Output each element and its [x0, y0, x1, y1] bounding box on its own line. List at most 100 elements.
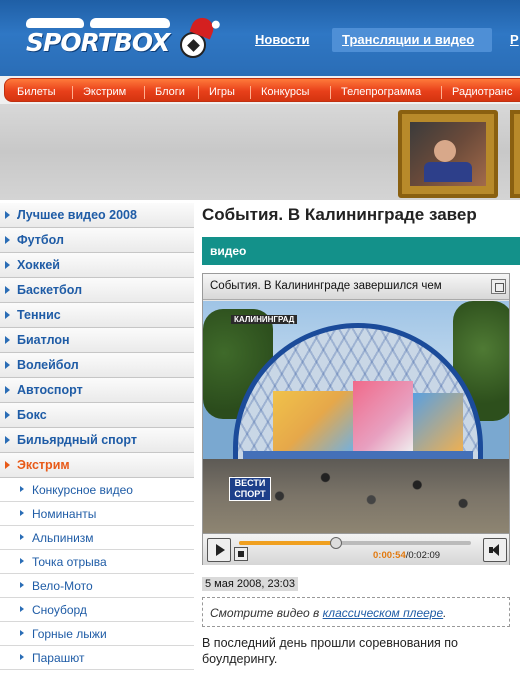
sidebar-subitem-alpine-skiing[interactable]: Горные лыжи [0, 622, 194, 646]
seek-progress [239, 541, 336, 545]
boxing-photo [410, 122, 486, 186]
sidebar-item-label: Волейбол [17, 358, 79, 372]
sidebar-item-football[interactable]: Футбол [0, 228, 194, 253]
sidebar-subitem-label: Вело-Мото [32, 579, 93, 593]
nav-separator [250, 86, 251, 99]
sidebar-item-hockey[interactable]: Хоккей [0, 253, 194, 278]
time-display: 0:00:54/0:02:09 [373, 550, 440, 561]
sidebar-item-motorsport[interactable]: Автоспорт [0, 378, 194, 403]
sidebar-subitem-nominees[interactable]: Номинанты [0, 502, 194, 526]
video-frame[interactable]: КАЛИНИНГРАД ВЕСТИ СПОРТ [203, 301, 509, 533]
seek-bar[interactable] [239, 537, 471, 549]
time-current: 0:00:54 [373, 550, 406, 561]
sidebar-item-best-video-2008[interactable]: Лучшее видео 2008 [0, 203, 194, 228]
sidebar: Лучшее видео 2008 Футбол Хоккей Баскетбо… [0, 203, 194, 680]
video-scene [413, 393, 463, 453]
sidebar-subitem-parachute[interactable]: Парашют [0, 646, 194, 670]
arrow-right-icon [5, 361, 10, 369]
sidebar-subitem-breakaway-point[interactable]: Точка отрыва [0, 550, 194, 574]
nav-games[interactable]: Игры [209, 86, 235, 98]
arrow-right-icon [20, 486, 24, 492]
fullscreen-icon[interactable] [491, 279, 506, 294]
snow-decoration [26, 18, 84, 28]
section-header: видео [202, 237, 520, 265]
channel-logo-line: СПОРТ [234, 489, 266, 499]
sidebar-item-biathlon[interactable]: Биатлон [0, 328, 194, 353]
page: SPORTBOX Новости Трансляции и видео Р Би… [0, 0, 520, 680]
play-icon[interactable] [207, 538, 231, 562]
sidebar-subitem-label: Альпинизм [32, 531, 94, 545]
arrow-right-icon [5, 261, 10, 269]
channel-logo: ВЕСТИ СПОРТ [229, 477, 271, 501]
sidebar-subitem-mountaineering[interactable]: Альпинизм [0, 526, 194, 550]
nav-separator [144, 86, 145, 99]
featured-photo-frame[interactable] [510, 110, 520, 198]
sidebar-item-extreme[interactable]: Экстрим [0, 453, 194, 478]
page-title: События. В Калининграде завер [202, 205, 477, 224]
arrow-right-icon [20, 630, 24, 636]
arrow-right-icon [5, 236, 10, 244]
sidebar-subitem-label: Точка отрыва [32, 555, 107, 569]
player-titlebar: События. В Калининграде завершился чем [203, 274, 509, 300]
nav-news[interactable]: Новости [255, 32, 310, 47]
secondary-nav-bar: Билеты Экстрим Блоги Игры Конкурсы Телеп… [4, 78, 520, 102]
video-scene [353, 381, 413, 453]
featured-photo-frame[interactable] [398, 110, 498, 198]
nav-blogs[interactable]: Блоги [155, 86, 185, 98]
arrow-right-icon [5, 436, 10, 444]
arrow-right-icon [20, 606, 24, 612]
classic-player-notice: Смотрите видео в классическом плеере. [202, 597, 510, 627]
video-overlay-banner: КАЛИНИНГРАД [231, 315, 298, 324]
arrow-right-icon [20, 558, 24, 564]
sidebar-item-label: Баскетбол [17, 283, 83, 297]
nav-broadcasts-video[interactable]: Трансляции и видео [342, 32, 474, 47]
nav-tv-program[interactable]: Телепрограмма [341, 86, 421, 98]
section-label: видео [210, 244, 247, 258]
classic-player-link[interactable]: классическом плеере [323, 606, 444, 620]
sidebar-subitem-contest-video[interactable]: Конкурсное видео [0, 478, 194, 502]
sportbox-logo[interactable]: SPORTBOX [20, 12, 217, 62]
channel-logo-line: ВЕСТИ [234, 478, 266, 488]
video-player[interactable]: События. В Калининграде завершился чем К… [202, 273, 510, 565]
sidebar-subitem-label: Горные лыжи [32, 627, 107, 641]
nav-tickets[interactable]: Билеты [17, 86, 55, 98]
arrow-right-icon [5, 411, 10, 419]
sidebar-item-label: Футбол [17, 233, 64, 247]
arrow-right-icon [5, 336, 10, 344]
logo-text: SPORTBOX [26, 28, 170, 57]
publish-date: 5 мая 2008, 23:03 [202, 577, 298, 591]
nav-contests[interactable]: Конкурсы [261, 86, 309, 98]
sidebar-subitem-snowboard[interactable]: Сноуборд [0, 598, 194, 622]
sidebar-item-label: Хоккей [17, 258, 60, 272]
sidebar-subitem-label: Парашют [32, 651, 85, 665]
arrow-right-icon [20, 534, 24, 540]
player-controls: 0:00:54/0:02:09 [203, 533, 509, 565]
sidebar-subitem-label: Сноуборд [32, 603, 87, 617]
sidebar-item-boxing[interactable]: Бокс [0, 403, 194, 428]
secondary-nav: Билеты Экстрим Блоги Игры Конкурсы Телеп… [0, 76, 520, 104]
sidebar-item-volleyball[interactable]: Волейбол [0, 353, 194, 378]
notice-prefix: Смотрите видео в [210, 606, 323, 620]
seek-handle[interactable] [329, 537, 342, 549]
sidebar-item-billiards[interactable]: Бильярдный спорт [0, 428, 194, 453]
nav-radio[interactable]: Радиотранс [452, 86, 512, 98]
notice-text: Смотрите видео в классическом плеере. [210, 606, 446, 620]
sidebar-subitem-bike-moto[interactable]: Вело-Мото [0, 574, 194, 598]
sidebar-item-tennis[interactable]: Теннис [0, 303, 194, 328]
arrow-right-icon [20, 582, 24, 588]
arrow-right-icon [5, 461, 10, 469]
nav-separator [198, 86, 199, 99]
nav-separator [72, 86, 73, 99]
sidebar-subitem-label: Конкурсное видео [32, 483, 133, 497]
sidebar-subitem-label: Номинанты [32, 507, 97, 521]
sidebar-item-basketball[interactable]: Баскетбол [0, 278, 194, 303]
stop-icon[interactable] [234, 547, 248, 561]
sidebar-item-label: Биатлон [17, 333, 70, 347]
nav-separator [441, 86, 442, 99]
sidebar-item-label: Теннис [17, 308, 61, 322]
arrow-right-icon [5, 211, 10, 219]
nav-extreme[interactable]: Экстрим [83, 86, 126, 98]
arrow-right-icon [20, 654, 24, 660]
volume-icon[interactable] [483, 538, 507, 562]
nav-more[interactable]: Р [510, 32, 519, 47]
